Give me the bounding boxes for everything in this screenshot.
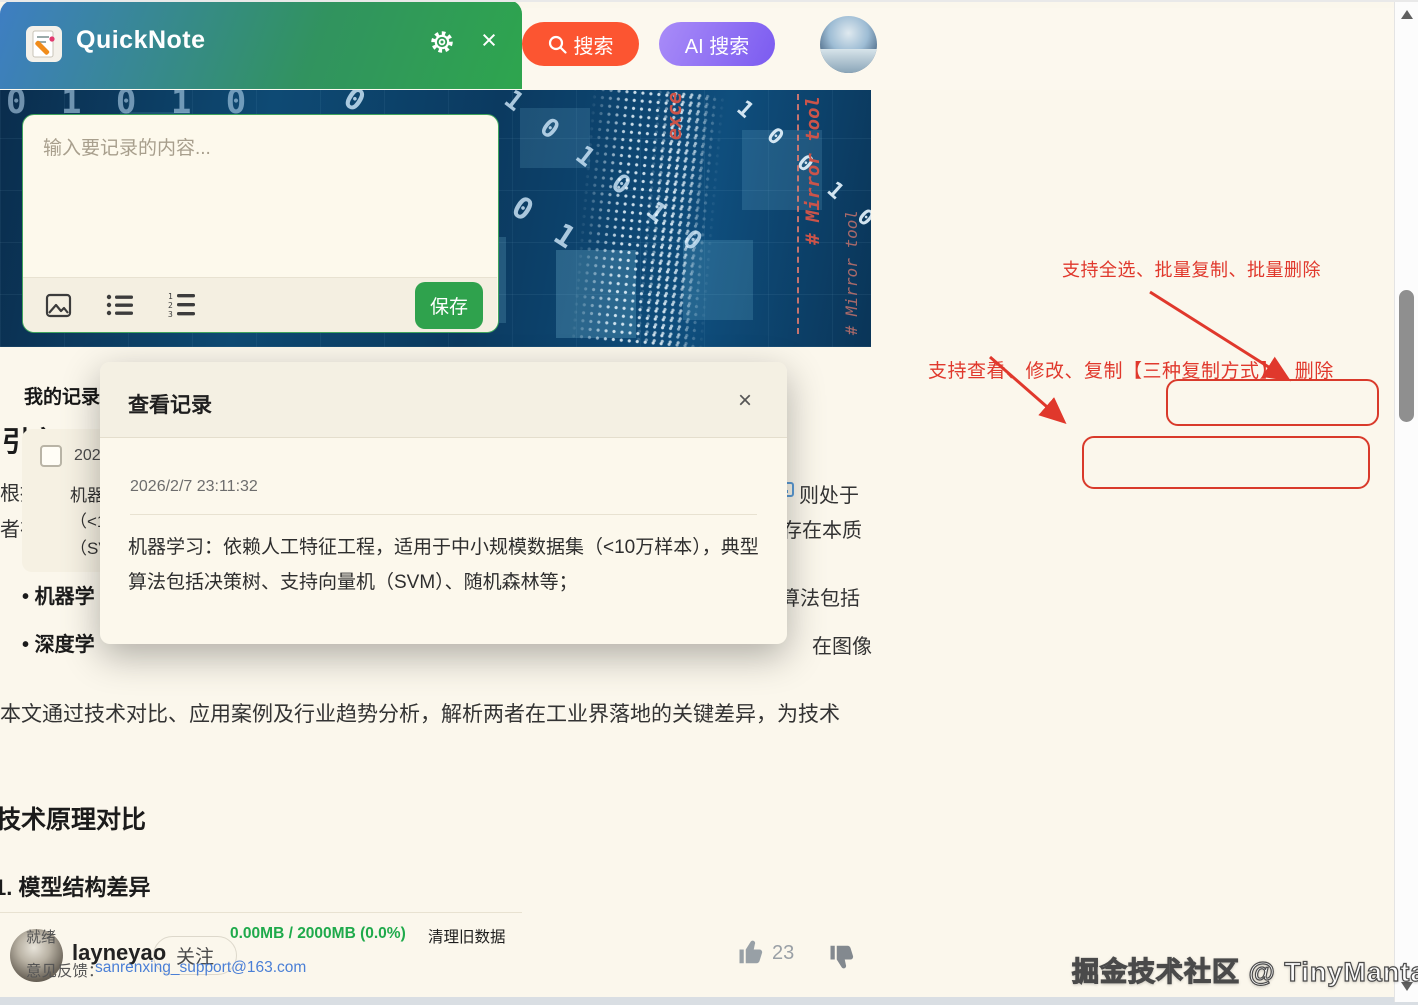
vertical-scrollbar[interactable] (1394, 2, 1418, 1002)
editor-toolbar: 1 2 3 保存 (23, 277, 497, 332)
modal-record-content: 机器学习：依赖人工特征工程，适用于中小规模数据集（<10万样本），典型算法包括决… (128, 530, 762, 600)
search-button[interactable]: 搜索 (522, 22, 639, 66)
note-input[interactable] (23, 115, 499, 275)
feedback-label: 意见反馈： (26, 959, 104, 981)
banner-red-text-3: # Mirror tool (842, 210, 861, 335)
ai-search-label: AI 搜索 (685, 30, 749, 59)
banner-red-dashed-line (797, 94, 799, 334)
article-frag-2: 存在本质 (782, 514, 862, 543)
save-button[interactable]: 保存 (415, 282, 483, 329)
watermark-text: 掘金技术社区 @ TinyManta (1072, 950, 1418, 989)
clean-old-data-button[interactable]: 清理旧数据 (428, 925, 506, 947)
thumbs-down-icon[interactable] (828, 942, 858, 972)
storage-usage: 0.00MB / 2000MB (0.0%) (230, 925, 406, 943)
quicknote-logo-icon (26, 26, 62, 62)
thumbs-up-icon[interactable] (737, 937, 767, 967)
modal-title: 查看记录 (128, 389, 212, 419)
article-subheading-model: 1. 模型结构差异 (0, 870, 150, 902)
banner-red-text-2: # Mirror tool (802, 96, 824, 245)
banner-red-text-1: exce (662, 92, 686, 140)
svg-text:1: 1 (168, 292, 173, 301)
panel-title: QuickNote (76, 26, 206, 55)
screen: GPU算力 送1200 更多 搜索 AI 搜索 (0, 0, 1418, 1005)
window-top-edge (0, 0, 1418, 2)
magnifier-icon (548, 35, 567, 54)
article-heading-compare: 技术原理对比 (0, 800, 146, 836)
article-frag-1: 则处于 (799, 479, 859, 508)
bullet-list-icon[interactable] (106, 293, 134, 317)
article-frag-4: 在图像 (812, 630, 872, 659)
article-frag-3: 算法包括 (780, 582, 860, 611)
settings-gear-icon[interactable] (429, 29, 455, 55)
annotation-box-batch-buttons (1166, 379, 1379, 426)
svg-text:2: 2 (168, 301, 173, 310)
annotation-item-note: 支持查看、修改、复制【三种复制方式】、 删除 (928, 356, 1334, 383)
records-section-title: 我的记录 (24, 382, 100, 409)
user-avatar[interactable] (820, 16, 877, 73)
insert-image-icon[interactable] (45, 292, 72, 319)
note-editor: 1 2 3 保存 (22, 114, 499, 333)
status-text: 就绪 (26, 926, 56, 947)
modal-divider (130, 514, 757, 515)
record-checkbox[interactable] (40, 445, 62, 467)
scrollbar-thumb[interactable] (1399, 290, 1414, 422)
search-button-label: 搜索 (574, 30, 614, 59)
annotation-box-record-actions (1082, 436, 1370, 489)
like-count: 23 (772, 942, 794, 965)
panel-close-icon[interactable]: × (474, 25, 504, 57)
scroll-up-arrow-icon[interactable] (1401, 10, 1413, 19)
horizontal-scrollbar[interactable] (0, 997, 1418, 1005)
numbered-list-icon[interactable]: 1 2 3 (168, 292, 196, 318)
article-paragraph: 本文通过技术对比、应用案例及行业趋势分析，解析两者在工业界落地的关键差异，为技术 (0, 698, 900, 728)
annotation-batch-note: 支持全选、批量复制、批量删除 (1062, 256, 1321, 282)
view-record-modal: 查看记录 × 2026/2/7 23:11:32 机器学习：依赖人工特征工程，适… (100, 362, 787, 644)
ai-search-button[interactable]: AI 搜索 (659, 22, 775, 66)
modal-close-icon[interactable]: × (730, 386, 760, 416)
footer-divider (0, 912, 522, 913)
svg-text:3: 3 (168, 310, 173, 318)
article-bullet-2: • 深度学 (22, 628, 95, 657)
article-bullet-1: • 机器学 (22, 580, 95, 609)
modal-record-timestamp: 2026/2/7 23:11:32 (130, 478, 258, 496)
feedback-email-link[interactable]: sanrenxing_support@163.com (95, 959, 306, 977)
